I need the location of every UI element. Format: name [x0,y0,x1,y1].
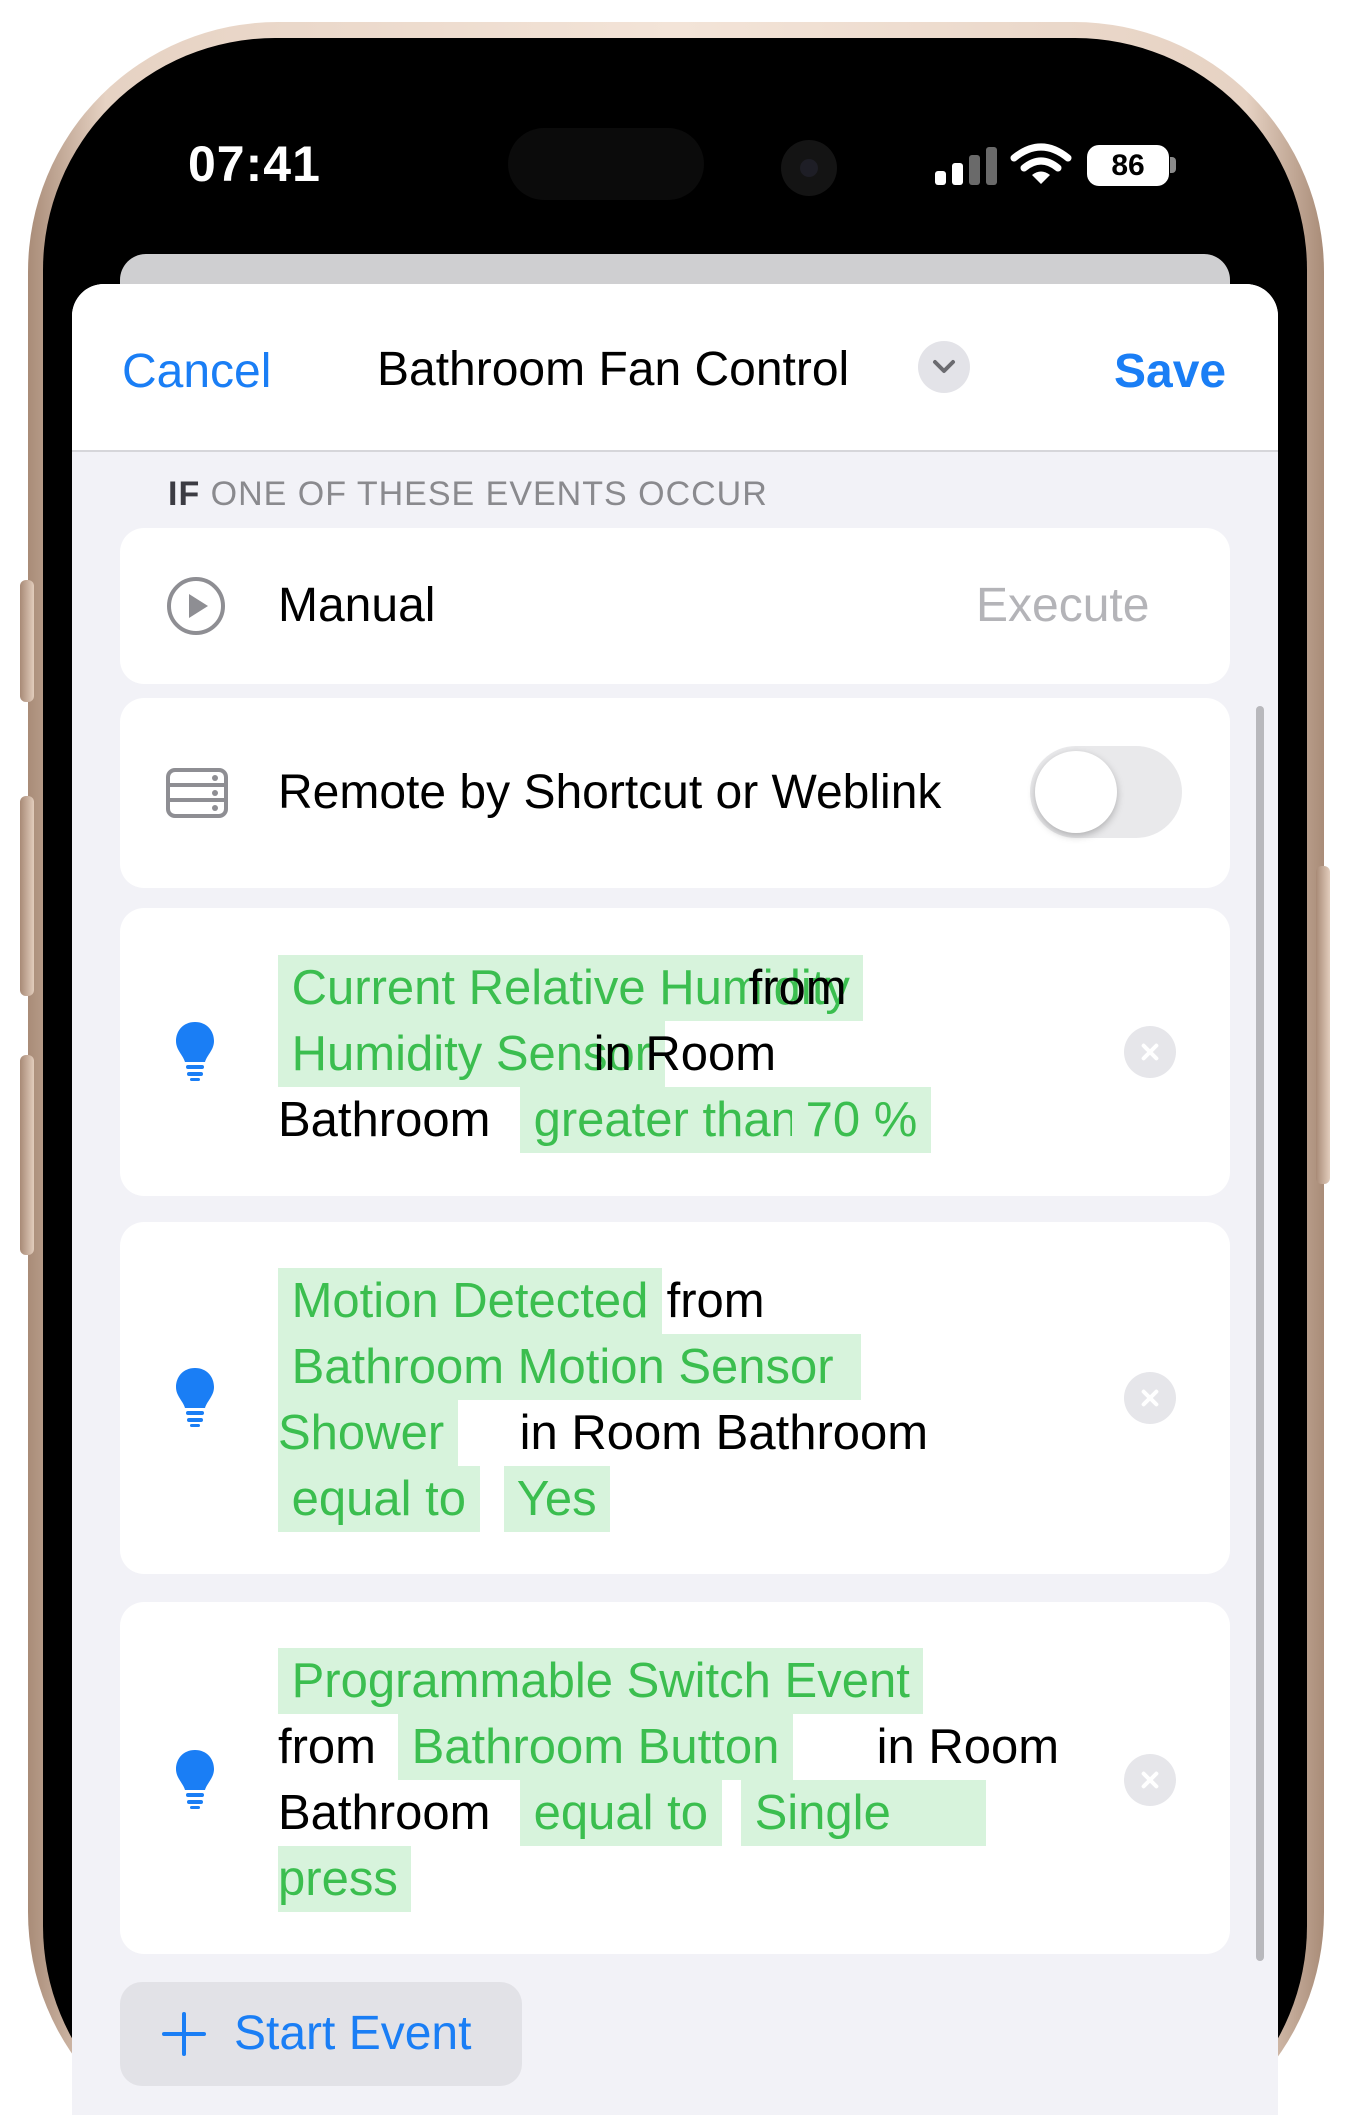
volume-down-button [20,1055,34,1255]
manual-trigger-card[interactable]: Manual Execute [120,528,1230,684]
xmark-circle-icon[interactable] [1124,1026,1176,1078]
event-token[interactable]: equal to [278,1466,480,1532]
remote-toggle[interactable] [1030,746,1182,838]
manual-label: Manual [278,579,436,632]
battery-cap [1170,157,1176,173]
dynamic-island [508,128,704,200]
event-text: in Room [863,1720,1060,1774]
wifi-icon [1010,143,1072,184]
event-card-2[interactable]: Motion Detected from Bathroom Motion Sen… [120,1222,1230,1574]
xmark-circle-icon[interactable] [1124,1372,1176,1424]
cellular-signal-icon [935,145,997,185]
server-rack-icon [166,768,228,818]
event-card-3[interactable]: Programmable Switch Event from Bathroom … [120,1602,1230,1954]
lightbulb-icon [176,1022,214,1081]
event-token[interactable]: Bathroom Button [398,1714,793,1780]
event-text: Bathroom [278,1786,491,1840]
action-button [20,580,34,702]
start-event-button[interactable]: Start Event [120,1982,522,2086]
lightbulb-icon [176,1750,214,1809]
toggle-knob [1035,751,1117,833]
power-button [1316,866,1330,1184]
execute-button[interactable]: Execute [976,578,1149,633]
remote-trigger-card: Remote by Shortcut or Weblink [120,698,1230,888]
xmark-circle-icon[interactable] [1124,1754,1176,1806]
lightbulb-icon [176,1368,214,1427]
remote-label: Remote by Shortcut or Weblink [278,766,942,819]
event-token[interactable]: Yes [504,1466,611,1532]
event-token[interactable]: greater than [520,1087,812,1153]
section-header-if: IF [168,475,201,513]
cancel-button[interactable]: Cancel [122,344,271,399]
event-token[interactable]: Shower [278,1400,458,1466]
start-event-label: Start Event [234,2007,472,2060]
save-button[interactable]: Save [1114,344,1226,399]
event-token[interactable]: 70 % [792,1087,931,1153]
automation-title[interactable]: Bathroom Fan Control [377,342,849,397]
front-camera [781,140,837,196]
event-text: in Room [580,1027,777,1081]
event-text: Bathroom [278,1093,491,1147]
battery-indicator: 86 [1087,145,1169,186]
event-token[interactable]: Single [741,1780,987,1846]
event-token[interactable]: Motion Detected [278,1268,663,1334]
section-header: IF ONE OF THESE EVENTS OCCUR [168,475,768,514]
chevron-down-icon[interactable] [918,341,970,393]
scrollbar[interactable] [1256,706,1264,1961]
status-time: 07:41 [188,136,321,192]
automation-sheet: Cancel Bathroom Fan Control Save IF ONE … [72,284,1278,2115]
plus-icon [162,2012,206,2056]
event-text: in Room Bathroom [506,1406,929,1460]
event-token[interactable]: Programmable Switch Event [278,1648,924,1714]
event-text: from [653,1274,765,1328]
play-circle-icon [167,577,225,635]
event-token[interactable]: Bathroom Motion Sensor [278,1334,861,1400]
navigation-bar: Cancel Bathroom Fan Control Save [72,284,1278,452]
section-header-text: ONE OF THESE EVENTS OCCUR [200,475,768,513]
event-text: from [278,1720,376,1774]
event-text: from [735,961,847,1015]
event-card-1[interactable]: Current Relative Humidity from Humidity … [120,908,1230,1196]
event-token[interactable]: press [278,1846,412,1912]
volume-up-button [20,796,34,996]
event-token[interactable]: equal to [520,1780,722,1846]
